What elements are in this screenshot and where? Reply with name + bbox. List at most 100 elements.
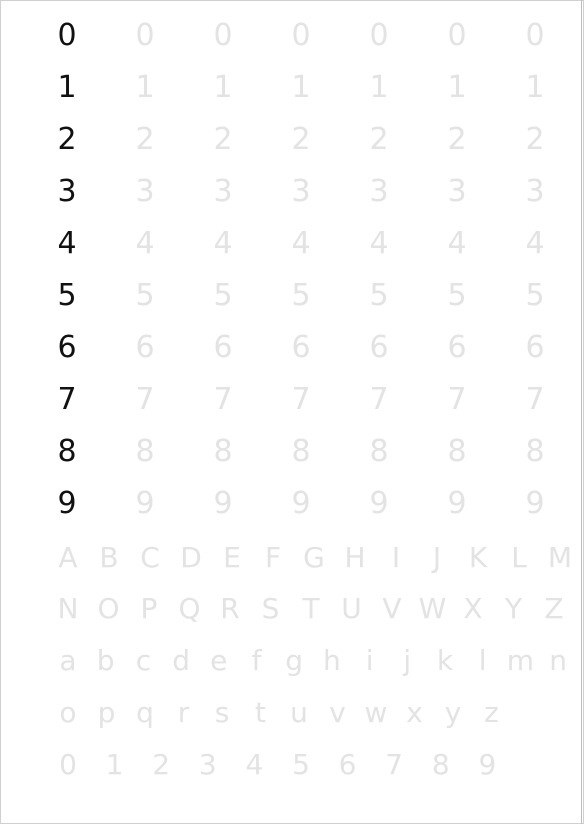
trace-digit: 3 — [525, 174, 545, 209]
trace-digit: 4 — [135, 226, 155, 261]
trace-digit: 9 — [447, 486, 467, 521]
trace-digit: 8 — [447, 434, 467, 469]
trace-digit: 1 — [213, 70, 233, 105]
trace-digit: 5 — [525, 278, 545, 313]
trace-digit: 6 — [447, 330, 467, 365]
trace-digit: 7 — [135, 382, 155, 417]
reference-glyph: W — [418, 592, 447, 625]
trace-digit: 2 — [447, 122, 467, 157]
trace-digit: 9 — [213, 486, 233, 521]
trace-digit: 2 — [291, 122, 311, 157]
reference-glyph: q — [136, 696, 154, 729]
reference-glyph: 4 — [245, 748, 264, 781]
digit-row-8: 8 8 8 8 8 8 8 — [0, 426, 584, 478]
trace-digit: 5 — [369, 278, 389, 313]
reference-glyph: i — [365, 644, 374, 677]
reference-glyph: G — [303, 541, 325, 574]
trace-digit: 5 — [447, 278, 467, 313]
reference-glyph: g — [285, 644, 304, 677]
digit-row-5: 5 5 5 5 5 5 5 — [0, 270, 584, 322]
reference-glyph: h — [323, 644, 341, 677]
trace-digit: 4 — [447, 226, 467, 261]
reference-glyph: o — [59, 696, 77, 729]
reference-glyph: c — [135, 644, 152, 677]
reference-glyph: E — [223, 541, 241, 574]
reference-glyph: p — [97, 696, 116, 729]
trace-digit: 5 — [135, 278, 155, 313]
trace-digit: 0 — [291, 18, 311, 53]
trace-digit: 4 — [369, 226, 389, 261]
reference-glyph: y — [444, 696, 462, 729]
reference-glyph: 5 — [292, 748, 310, 781]
reference-glyph: S — [261, 592, 280, 625]
uppercase-row-2: NOPQRSTUVWXYZ — [0, 583, 584, 635]
lowercase-row-2: opqrstuvwxyz — [0, 687, 584, 739]
trace-digit: 2 — [525, 122, 545, 157]
reference-glyph: d — [172, 644, 190, 677]
trace-digit: 3 — [369, 174, 389, 209]
trace-digit: 1 — [447, 70, 467, 105]
trace-digit: 8 — [291, 434, 311, 469]
reference-glyph: J — [432, 541, 442, 574]
reference-glyph: z — [484, 696, 499, 729]
reference-glyph: N — [57, 592, 79, 625]
reference-glyph: s — [214, 696, 230, 729]
trace-digit: 2 — [369, 122, 389, 157]
trace-digit: 2 — [135, 122, 155, 157]
reference-glyph: 1 — [105, 748, 124, 781]
reference-glyph: L — [511, 541, 527, 574]
digit-row-2: 2 2 2 2 2 2 2 — [0, 114, 584, 166]
reference-glyph: b — [96, 644, 115, 677]
model-digit: 5 — [57, 278, 77, 313]
trace-digit: 1 — [135, 70, 155, 105]
model-digit: 9 — [57, 486, 77, 521]
reference-glyph: C — [140, 541, 160, 574]
reference-glyph: r — [177, 696, 190, 729]
reference-glyph: f — [251, 644, 262, 677]
digit-row-3: 3 3 3 3 3 3 3 — [0, 166, 584, 218]
reference-glyph: e — [210, 644, 228, 677]
reference-glyph: 6 — [338, 748, 357, 781]
reference-glyph: 2 — [152, 748, 171, 781]
trace-digit: 6 — [213, 330, 233, 365]
model-digit: 4 — [57, 226, 77, 261]
trace-digit: 4 — [291, 226, 311, 261]
trace-digit: 3 — [135, 174, 155, 209]
trace-digit: 6 — [291, 330, 311, 365]
reference-glyph: m — [506, 644, 535, 677]
digit-row-4: 4 4 4 4 4 4 4 — [0, 218, 584, 270]
reference-glyph: x — [406, 696, 423, 729]
reference-glyph: a — [59, 644, 77, 677]
trace-digit: 3 — [447, 174, 467, 209]
trace-digit: 0 — [369, 18, 389, 53]
reference-glyph: O — [97, 592, 120, 625]
trace-digit: 9 — [369, 486, 389, 521]
digit-row-9: 9 9 9 9 9 9 9 — [0, 478, 584, 530]
trace-digit: 0 — [525, 18, 545, 53]
trace-digit: 1 — [291, 70, 311, 105]
trace-digit: 9 — [525, 486, 545, 521]
model-digit: 0 — [57, 18, 77, 53]
reference-glyph: k — [436, 644, 454, 677]
reference-glyph: I — [391, 541, 401, 574]
reference-glyph: Y — [504, 592, 523, 625]
digit-row-0: 0 0 0 0 0 0 0 — [0, 10, 584, 62]
model-digit: 3 — [57, 174, 77, 209]
trace-digit: 1 — [369, 70, 389, 105]
trace-digit: 4 — [213, 226, 233, 261]
trace-digit: 0 — [447, 18, 467, 53]
reference-glyph: l — [478, 644, 487, 677]
trace-digit: 8 — [213, 434, 233, 469]
trace-digit: 9 — [291, 486, 311, 521]
reference-glyph: K — [468, 541, 488, 574]
trace-digit: 5 — [213, 278, 233, 313]
reference-glyph: U — [341, 592, 362, 625]
reference-glyph: t — [255, 696, 266, 729]
reference-glyph: Q — [178, 592, 201, 625]
reference-glyph: Z — [544, 592, 564, 625]
trace-digit: 3 — [213, 174, 233, 209]
reference-glyph: B — [99, 541, 119, 574]
trace-digit: 8 — [525, 434, 545, 469]
reference-glyph: R — [220, 592, 240, 625]
model-digit: 2 — [57, 122, 77, 157]
